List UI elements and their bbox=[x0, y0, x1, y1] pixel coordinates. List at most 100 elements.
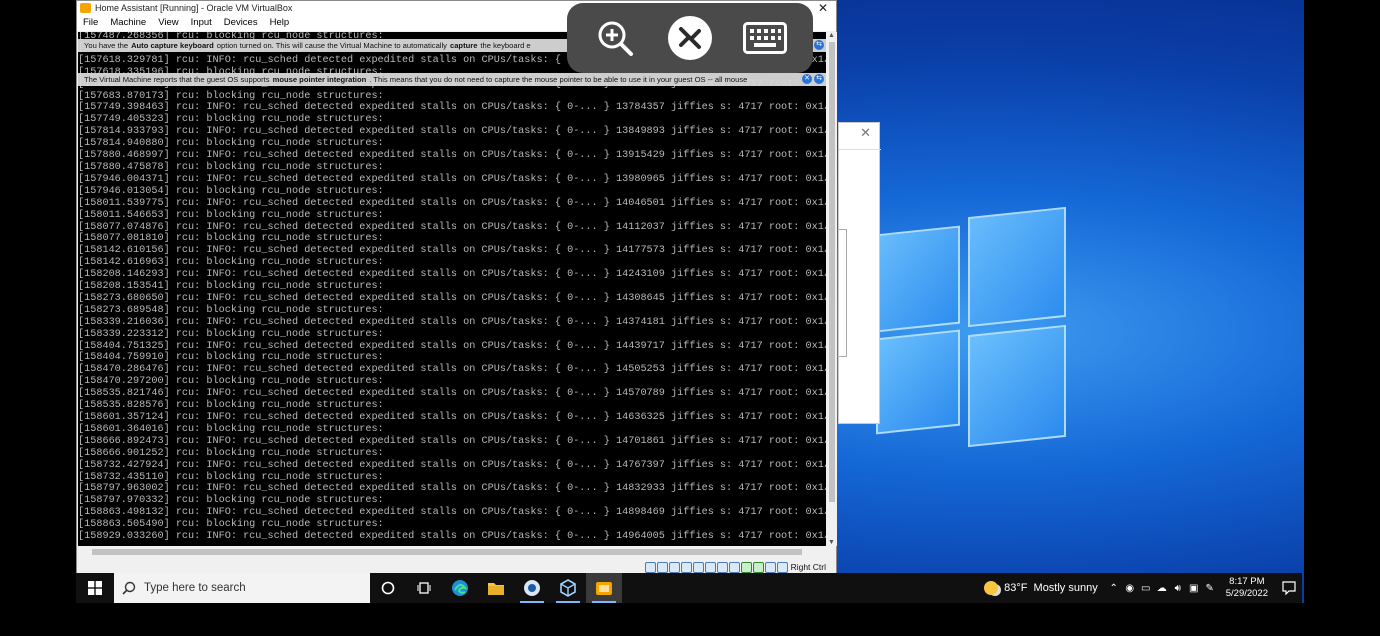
taskbar-virtualbox[interactable] bbox=[550, 573, 586, 603]
console-line: [158535.821746] rcu: INFO: rcu_sched det… bbox=[78, 388, 826, 400]
record-icon[interactable]: ◉ bbox=[1123, 583, 1137, 594]
virtualbox-window[interactable]: Home Assistant [Running] - Oracle VM Vir… bbox=[76, 0, 837, 575]
horizontal-scrollbar[interactable] bbox=[78, 546, 826, 558]
zoom-in-button[interactable] bbox=[590, 13, 640, 63]
console-line: [157946.004371] rcu: INFO: rcu_sched det… bbox=[78, 173, 826, 185]
console-line: [157946.013054] rcu: blocking rcu_node s… bbox=[78, 185, 384, 197]
notif-toggle-icon[interactable]: ⇆ bbox=[814, 40, 824, 50]
taskbar-edge[interactable] bbox=[442, 573, 478, 603]
console-line: [158077.074876] rcu: INFO: rcu_sched det… bbox=[78, 221, 826, 233]
zoom-in-icon bbox=[598, 21, 633, 56]
console-line: [158208.146293] rcu: INFO: rcu_sched det… bbox=[78, 269, 826, 281]
audio-icon[interactable] bbox=[668, 561, 680, 573]
notif-bold: capture bbox=[449, 41, 478, 50]
network-icon[interactable] bbox=[680, 561, 692, 573]
onedrive-icon[interactable]: ☁ bbox=[1155, 583, 1169, 594]
volume-icon[interactable]: 🔊︎ bbox=[1171, 583, 1185, 594]
cpu-activity-icon[interactable] bbox=[740, 561, 752, 573]
scroll-up-icon[interactable]: ▲ bbox=[828, 32, 835, 39]
console-line: [157814.933793] rcu: INFO: rcu_sched det… bbox=[78, 126, 826, 138]
arrow-down-icon[interactable] bbox=[776, 561, 788, 573]
chevron-up-icon[interactable]: ⌃ bbox=[1107, 583, 1121, 594]
task-view-icon bbox=[417, 582, 431, 594]
vertical-scrollbar[interactable]: ▲ ▼ bbox=[827, 32, 837, 546]
action-center-button[interactable] bbox=[1276, 581, 1302, 595]
notif-bold: Auto capture keyboard bbox=[131, 41, 214, 50]
menu-machine[interactable]: Machine bbox=[104, 17, 152, 28]
console-line: [158404.751325] rcu: INFO: rcu_sched det… bbox=[78, 340, 826, 352]
console-line: [158601.357124] rcu: INFO: rcu_sched det… bbox=[78, 412, 826, 423]
monitor-icon[interactable]: ▣ bbox=[1187, 583, 1201, 594]
pen-icon[interactable]: ✎ bbox=[1203, 583, 1217, 594]
console-output: [157487.268356] rcu: blocking rcu_node s… bbox=[78, 32, 826, 543]
console-line: [158273.680650] rcu: INFO: rcu_sched det… bbox=[78, 292, 826, 304]
console-line: [157683.870173] rcu: blocking rcu_node s… bbox=[78, 90, 384, 102]
network-icon[interactable]: ▭ bbox=[1139, 583, 1153, 594]
notif-bold: mouse pointer integration bbox=[272, 75, 367, 84]
notif-text: You have the bbox=[84, 41, 129, 50]
keyboard-button[interactable] bbox=[740, 13, 790, 63]
console-line: [157880.468997] rcu: INFO: rcu_sched det… bbox=[78, 150, 826, 162]
console-line: [157814.940880] rcu: blocking rcu_node s… bbox=[78, 138, 384, 150]
shared-folders-icon[interactable] bbox=[704, 561, 716, 573]
menu-input[interactable]: Input bbox=[185, 17, 218, 28]
cortana-button[interactable] bbox=[370, 573, 406, 603]
close-icon[interactable]: ✕ bbox=[860, 125, 871, 141]
task-view-button[interactable] bbox=[406, 573, 442, 603]
console-line: [158797.963002] rcu: INFO: rcu_sched det… bbox=[78, 483, 826, 495]
taskbar-vm-window[interactable] bbox=[586, 573, 622, 603]
display-icon[interactable] bbox=[716, 561, 728, 573]
console-line: [158142.616963] rcu: blocking rcu_node s… bbox=[78, 257, 384, 269]
taskbar-file-explorer[interactable] bbox=[478, 573, 514, 603]
mouse-integration-notification: The Virtual Machine reports that the gue… bbox=[78, 73, 826, 86]
host-key-label: Right Ctrl bbox=[790, 562, 826, 572]
windows-logo bbox=[876, 206, 1066, 448]
clock-date: 5/29/2022 bbox=[1225, 588, 1268, 599]
console-line: [158666.901252] rcu: blocking rcu_node s… bbox=[78, 447, 384, 459]
optical-drive-icon[interactable] bbox=[656, 561, 668, 573]
vm-console-screen[interactable]: [157487.268356] rcu: blocking rcu_node s… bbox=[78, 32, 826, 546]
console-line: [158273.689548] rcu: blocking rcu_node s… bbox=[78, 304, 384, 316]
scrollbar-thumb[interactable] bbox=[829, 42, 835, 502]
notif-toggle-icon[interactable]: ⇆ bbox=[814, 74, 824, 84]
search-placeholder: Type here to search bbox=[144, 582, 246, 594]
console-line: [158404.759910] rcu: blocking rcu_node s… bbox=[78, 352, 384, 364]
scrollbar-thumb[interactable] bbox=[92, 549, 802, 555]
console-line: [157880.475878] rcu: blocking rcu_node s… bbox=[78, 161, 384, 173]
console-line: [158011.539775] rcu: INFO: rcu_sched det… bbox=[78, 197, 826, 209]
taskbar-search-box[interactable]: Type here to search bbox=[114, 573, 370, 603]
weather-widget[interactable]: 83°F Mostly sunny bbox=[984, 581, 1098, 595]
remote-desktop-button[interactable] bbox=[665, 13, 715, 63]
search-icon bbox=[122, 581, 136, 595]
keyboard-icon bbox=[743, 22, 788, 54]
menu-devices[interactable]: Devices bbox=[218, 17, 264, 28]
console-line: [158339.216036] rcu: INFO: rcu_sched det… bbox=[78, 316, 826, 328]
clock[interactable]: 8:17 PM 5/29/2022 bbox=[1226, 576, 1268, 600]
sun-icon bbox=[984, 581, 999, 595]
notif-text: option turned on. This will cause the Vi… bbox=[216, 41, 447, 50]
scroll-down-icon[interactable]: ▼ bbox=[828, 539, 835, 546]
weather-temperature: 83°F bbox=[1004, 582, 1028, 594]
remote-desktop-icon bbox=[667, 16, 712, 60]
hard-disk-icon[interactable] bbox=[644, 561, 656, 573]
window-close-button[interactable]: ✕ bbox=[810, 1, 836, 15]
keyboard-capture-icon[interactable] bbox=[764, 561, 776, 573]
usb-icon[interactable] bbox=[692, 561, 704, 573]
video-capture-icon[interactable] bbox=[728, 561, 740, 573]
notif-text: . This means that you do not need to cap… bbox=[369, 75, 748, 84]
console-line: [158929.033260] rcu: INFO: rcu_sched det… bbox=[78, 531, 826, 543]
menu-help[interactable]: Help bbox=[264, 17, 296, 28]
console-line: [158077.081810] rcu: blocking rcu_node s… bbox=[78, 233, 384, 245]
start-button[interactable] bbox=[76, 573, 114, 603]
taskbar-app[interactable] bbox=[514, 573, 550, 603]
menu-file[interactable]: File bbox=[77, 17, 104, 28]
weather-description: Mostly sunny bbox=[1033, 582, 1098, 594]
console-line: [158601.364016] rcu: blocking rcu_node s… bbox=[78, 423, 384, 435]
console-line: [157749.405323] rcu: blocking rcu_node s… bbox=[78, 114, 384, 126]
menu-view[interactable]: View bbox=[152, 17, 184, 28]
notif-close-icon[interactable]: ✕ bbox=[802, 74, 812, 84]
virtualbox-app-icon bbox=[80, 2, 91, 13]
mouse-integration-icon[interactable] bbox=[752, 561, 764, 573]
background-dialog[interactable]: ✕ bbox=[838, 122, 881, 424]
console-line: [157749.398463] rcu: INFO: rcu_sched det… bbox=[78, 102, 826, 114]
